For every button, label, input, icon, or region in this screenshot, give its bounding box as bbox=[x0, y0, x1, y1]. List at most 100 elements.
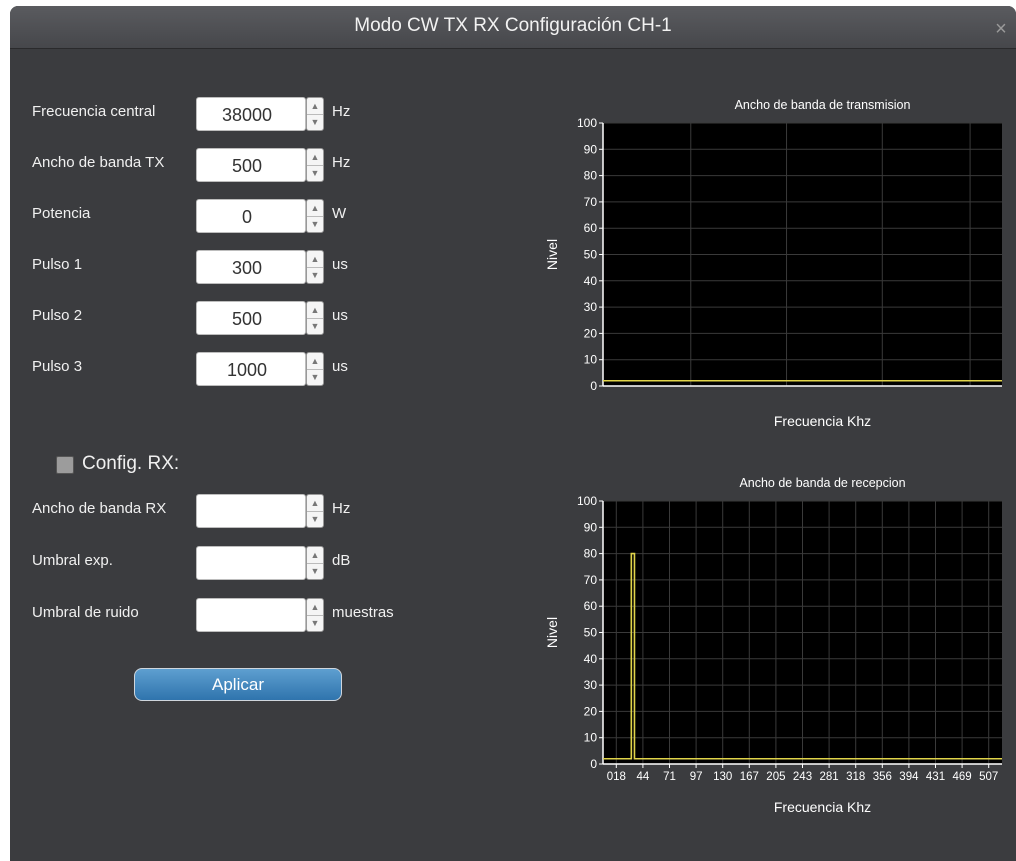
close-icon[interactable]: × bbox=[992, 19, 1010, 39]
config-dialog: Modo CW TX RX Configuración CH-1 × Frecu… bbox=[10, 6, 1016, 861]
arrow-down-icon[interactable]: ▼ bbox=[307, 318, 323, 334]
field-label: Umbral exp. bbox=[32, 552, 113, 569]
x-tick-label: 318 bbox=[846, 771, 865, 783]
y-tick-label: 80 bbox=[584, 169, 598, 183]
pulso-3-stepper[interactable]: ▲ ▼ bbox=[306, 352, 324, 386]
y-tick-label: 40 bbox=[584, 652, 598, 666]
pulso-1-input[interactable]: 300 bbox=[196, 250, 306, 284]
y-axis-label: Nivel bbox=[544, 239, 560, 270]
x-tick-label: 469 bbox=[953, 771, 972, 783]
frecuencia-central-stepper[interactable]: ▲ ▼ bbox=[306, 97, 324, 131]
unit-label: us bbox=[332, 307, 348, 324]
config-rx-checkbox[interactable] bbox=[56, 456, 74, 474]
pulso-3-input[interactable]: 1000 bbox=[196, 352, 306, 386]
aplicar-button[interactable]: Aplicar bbox=[134, 668, 342, 701]
x-tick-label: 97 bbox=[690, 771, 703, 783]
x-tick-label: 44 bbox=[637, 771, 650, 783]
arrow-down-icon[interactable]: ▼ bbox=[307, 114, 323, 130]
y-tick-label: 90 bbox=[584, 142, 598, 156]
arrow-down-icon[interactable]: ▼ bbox=[307, 165, 323, 181]
arrow-up-icon[interactable]: ▲ bbox=[307, 302, 323, 319]
arrow-down-icon[interactable]: ▼ bbox=[307, 369, 323, 385]
pulso-2-stepper[interactable]: ▲ ▼ bbox=[306, 301, 324, 335]
arrow-down-icon[interactable]: ▼ bbox=[307, 267, 323, 283]
y-tick-label: 60 bbox=[584, 599, 598, 613]
unit-label: us bbox=[332, 256, 348, 273]
pulso-2-input[interactable]: 500 bbox=[196, 301, 306, 335]
x-axis-label: Frecuencia Khz bbox=[774, 799, 871, 815]
arrow-down-icon[interactable]: ▼ bbox=[307, 216, 323, 232]
unit-label: muestras bbox=[332, 604, 394, 621]
umbral-ruido-stepper[interactable]: ▲ ▼ bbox=[306, 598, 324, 632]
ancho-banda-tx-stepper[interactable]: ▲ ▼ bbox=[306, 148, 324, 182]
arrow-up-icon[interactable]: ▲ bbox=[307, 495, 323, 512]
unit-label: Hz bbox=[332, 500, 351, 517]
pulso-1-stepper[interactable]: ▲ ▼ bbox=[306, 250, 324, 284]
field-label: Potencia bbox=[32, 205, 91, 222]
y-tick-label: 10 bbox=[584, 731, 598, 745]
y-tick-label: 70 bbox=[584, 195, 598, 209]
arrow-up-icon[interactable]: ▲ bbox=[307, 200, 323, 217]
y-tick-label: 0 bbox=[590, 379, 597, 393]
x-tick-label: 356 bbox=[873, 771, 892, 783]
y-tick-label: 30 bbox=[584, 300, 598, 314]
config-rx-label: Config. RX: bbox=[82, 453, 180, 474]
y-tick-label: 90 bbox=[584, 520, 598, 534]
y-tick-label: 100 bbox=[577, 116, 597, 130]
y-tick-label: 40 bbox=[584, 274, 598, 288]
ancho-banda-tx-input[interactable]: 500 bbox=[196, 148, 306, 182]
arrow-up-icon[interactable]: ▲ bbox=[307, 353, 323, 370]
x-tick-label: 507 bbox=[979, 771, 998, 783]
y-tick-label: 50 bbox=[584, 248, 598, 262]
x-tick-label: 018 bbox=[607, 771, 626, 783]
arrow-up-icon[interactable]: ▲ bbox=[307, 251, 323, 268]
chart-title: Ancho de banda de transmision bbox=[735, 98, 911, 112]
y-tick-label: 100 bbox=[577, 494, 597, 508]
x-axis-label: Frecuencia Khz bbox=[774, 413, 871, 429]
unit-label: Hz bbox=[332, 154, 351, 171]
y-tick-label: 20 bbox=[584, 704, 598, 718]
arrow-up-icon[interactable]: ▲ bbox=[307, 599, 323, 616]
x-tick-label: 243 bbox=[793, 771, 812, 783]
umbral-exp-stepper[interactable]: ▲ ▼ bbox=[306, 546, 324, 580]
x-tick-label: 394 bbox=[899, 771, 919, 783]
y-tick-label: 30 bbox=[584, 678, 598, 692]
potencia-input[interactable]: 0 bbox=[196, 199, 306, 233]
ancho-banda-rx-stepper[interactable]: ▲ ▼ bbox=[306, 494, 324, 528]
title-bar[interactable]: Modo CW TX RX Configuración CH-1 × bbox=[10, 6, 1016, 49]
umbral-exp-input[interactable] bbox=[196, 546, 306, 580]
field-label: Pulso 1 bbox=[32, 256, 83, 273]
x-tick-label: 205 bbox=[766, 771, 785, 783]
field-label: Pulso 2 bbox=[32, 307, 83, 324]
x-tick-label: 431 bbox=[926, 771, 945, 783]
y-tick-label: 50 bbox=[584, 626, 598, 640]
arrow-up-icon[interactable]: ▲ bbox=[307, 149, 323, 166]
arrow-up-icon[interactable]: ▲ bbox=[307, 547, 323, 564]
frecuencia-central-input[interactable]: 38000 bbox=[196, 97, 306, 131]
window-title: Modo CW TX RX Configuración CH-1 bbox=[354, 15, 672, 36]
unit-label: W bbox=[332, 205, 347, 222]
unit-label: us bbox=[332, 358, 348, 375]
x-tick-label: 71 bbox=[663, 771, 676, 783]
arrow-down-icon[interactable]: ▼ bbox=[307, 563, 323, 579]
y-axis-label: Nivel bbox=[544, 617, 560, 648]
x-tick-label: 281 bbox=[820, 771, 839, 783]
field-label: Frecuencia central bbox=[32, 103, 156, 120]
field-label: Ancho de banda TX bbox=[32, 154, 165, 171]
potencia-stepper[interactable]: ▲ ▼ bbox=[306, 199, 324, 233]
tx-bandwidth-chart: 0 10 20 30 40 50 60 70 80 90 100 Ancho de banda de … bbox=[544, 98, 1002, 429]
rx-bandwidth-chart: 0 10 20 30 40 50 60 70 80 90 100 018 44 71 97 130 167 205… bbox=[544, 476, 1002, 815]
y-tick-label: 70 bbox=[584, 573, 598, 587]
field-label: Ancho de banda RX bbox=[32, 500, 167, 517]
arrow-down-icon[interactable]: ▼ bbox=[307, 615, 323, 631]
umbral-ruido-input[interactable] bbox=[196, 598, 306, 632]
unit-label: Hz bbox=[332, 103, 351, 120]
field-label: Umbral de ruido bbox=[32, 604, 139, 621]
unit-label: dB bbox=[332, 552, 351, 569]
ancho-banda-rx-input[interactable] bbox=[196, 494, 306, 528]
x-tick-label: 167 bbox=[740, 771, 759, 783]
y-tick-label: 0 bbox=[590, 757, 597, 771]
field-label: Pulso 3 bbox=[32, 358, 83, 375]
arrow-up-icon[interactable]: ▲ bbox=[307, 98, 323, 115]
arrow-down-icon[interactable]: ▼ bbox=[307, 511, 323, 527]
